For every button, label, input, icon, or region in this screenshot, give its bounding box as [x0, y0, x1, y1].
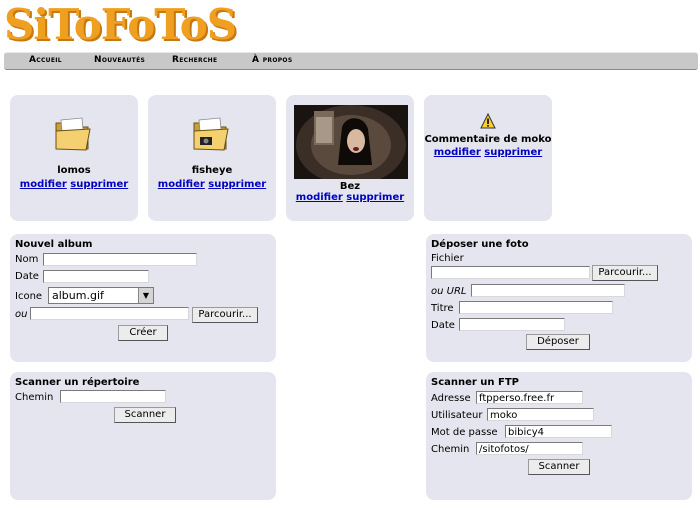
ftp-path-input[interactable]: /sitofotos/ [476, 442, 583, 455]
album-actions: modifier supprimer [10, 179, 138, 190]
scan-ftp-panel: Scanner un FTP Adresse ftpperso.free.fr … [426, 372, 692, 500]
photo-date-label: Date [431, 320, 455, 331]
delete-link[interactable]: supprimer [484, 147, 542, 158]
date-label: Date [15, 271, 39, 282]
modify-link[interactable]: modifier [296, 192, 343, 203]
user-input[interactable]: moko [487, 408, 594, 421]
album-name: lomos [57, 165, 91, 176]
album-name: fisheye [191, 165, 233, 176]
nav-accueil[interactable]: Accueil [29, 55, 62, 65]
password-label: Mot de passe [431, 427, 498, 438]
panel-title: Nouvel album [15, 239, 93, 250]
icon-label: Icone [15, 291, 43, 302]
or-url-label: ou URL [431, 286, 467, 297]
album-name-input[interactable] [43, 253, 197, 266]
password-input[interactable]: bibicy4 [505, 425, 612, 438]
browse-button[interactable]: Parcourir... [592, 265, 658, 281]
create-button[interactable]: Créer [118, 325, 168, 341]
user-label: Utilisateur [431, 410, 483, 421]
site-logo: SiToFoToS [4, 0, 237, 49]
address-label: Adresse [431, 393, 471, 404]
icon-file-input[interactable] [30, 307, 189, 320]
scan-directory-panel: Scanner un répertoire Chemin Scanner [10, 372, 276, 500]
comment-title: Commentaire de moko [424, 134, 552, 145]
album-card-fisheye: fisheye modifier supprimer [148, 95, 276, 221]
photo-thumbnail[interactable] [294, 105, 408, 179]
photo-name: Bez [339, 181, 361, 192]
photo-title-label: Titre [431, 303, 454, 314]
path-label: Chemin [15, 392, 54, 403]
upload-photo-panel: Déposer une foto Fichier Parcourir... ou… [426, 234, 692, 362]
panel-title: Scanner un répertoire [15, 377, 140, 388]
nav-a-propos[interactable]: À propos [252, 55, 292, 65]
file-input[interactable] [431, 266, 590, 279]
url-input[interactable] [471, 284, 625, 297]
photo-date-input[interactable] [459, 318, 565, 331]
comment-actions: modifier supprimer [424, 147, 552, 158]
path-input[interactable] [60, 390, 166, 403]
nav-bar: Accueil Nouveautés Recherche À propos [4, 52, 698, 70]
album-card-lomos: lomos modifier supprimer [10, 95, 138, 221]
delete-link[interactable]: supprimer [346, 192, 404, 203]
delete-link[interactable]: supprimer [208, 179, 266, 190]
nav-recherche[interactable]: Recherche [172, 55, 217, 65]
photo-title-input[interactable] [459, 301, 613, 314]
folder-camera-icon[interactable] [190, 117, 232, 153]
photo-actions: modifier supprimer [286, 192, 414, 203]
warning-icon [480, 113, 496, 129]
modify-link[interactable]: modifier [20, 179, 67, 190]
scan-ftp-button[interactable]: Scanner [528, 459, 590, 475]
modify-link[interactable]: modifier [158, 179, 205, 190]
nav-nouveautes[interactable]: Nouveautés [94, 55, 145, 65]
delete-link[interactable]: supprimer [70, 179, 128, 190]
icon-select-value: album.gif [52, 289, 104, 302]
icon-select[interactable]: album.gif ▼ [48, 287, 154, 304]
scan-button[interactable]: Scanner [114, 407, 176, 423]
panel-title: Scanner un FTP [431, 377, 520, 388]
path-label: Chemin [431, 444, 470, 455]
modify-link[interactable]: modifier [434, 147, 481, 158]
browse-button[interactable]: Parcourir... [192, 307, 258, 323]
panel-title: Déposer une foto [431, 239, 529, 250]
upload-button[interactable]: Déposer [526, 334, 590, 350]
photo-card-bez: Bez modifier supprimer [286, 95, 414, 221]
name-label: Nom [15, 254, 39, 265]
address-input[interactable]: ftpperso.free.fr [476, 391, 583, 404]
chevron-down-icon[interactable]: ▼ [138, 288, 153, 303]
new-album-panel: Nouvel album Nom Date Icone album.gif ▼ … [10, 234, 276, 362]
or-label: ou [15, 309, 28, 320]
album-actions: modifier supprimer [148, 179, 276, 190]
comment-card-moko: Commentaire de moko modifier supprimer [424, 95, 552, 221]
folder-icon[interactable] [52, 117, 94, 153]
album-date-input[interactable] [43, 270, 149, 283]
file-label: Fichier [431, 253, 464, 264]
